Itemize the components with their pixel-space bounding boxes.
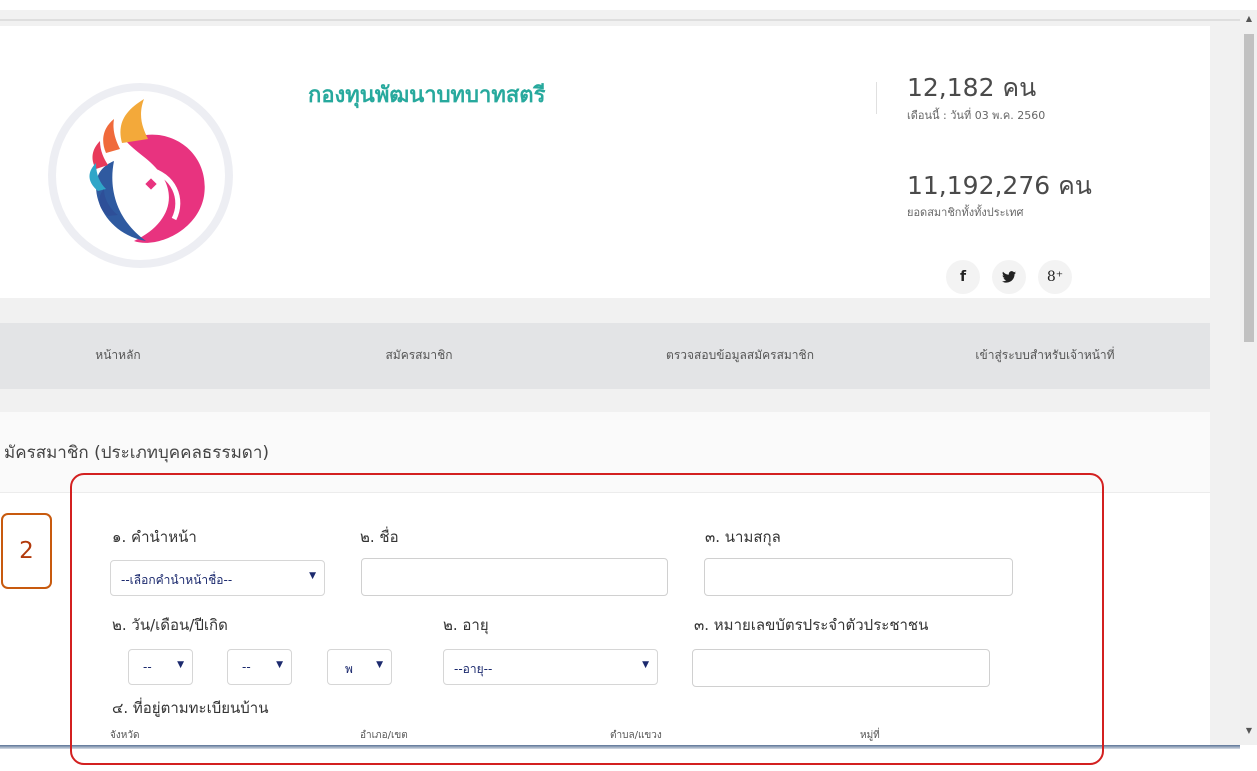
form-heading: มัครสมาชิก (ประเภทบุคคลธรรมดา) bbox=[4, 443, 269, 463]
first-name-input[interactable] bbox=[361, 558, 668, 596]
scroll-up-arrow-icon[interactable]: ▲ bbox=[1244, 14, 1254, 28]
village-no-label: หมู่ที่ bbox=[860, 730, 880, 741]
nav-item-check-registration[interactable]: ตรวจสอบข้อมูลสมัครสมาชิก bbox=[666, 346, 814, 365]
chevron-down-icon: ▼ bbox=[376, 660, 383, 670]
vertical-scrollbar[interactable]: ▲ ▼ bbox=[1240, 10, 1257, 745]
birth-year-select[interactable]: พ ▼ bbox=[327, 649, 392, 685]
logo-inner bbox=[56, 91, 225, 260]
birth-day-value: -- bbox=[143, 660, 152, 674]
stat-month-label: เดือนนี้ : วันที่ 03 พ.ค. 2560 bbox=[907, 109, 1046, 122]
browser-viewport: กองทุนพัฒนาบทบาทสตรี 12,182 คน เดือนนี้ … bbox=[0, 10, 1240, 745]
last-name-input[interactable] bbox=[704, 558, 1013, 596]
header-card: กองทุนพัฒนาบทบาทสตรี 12,182 คน เดือนนี้ … bbox=[0, 26, 1210, 298]
stat-total-count: 11,192,276 คน bbox=[907, 171, 1092, 200]
registration-form-panel: มัครสมาชิก (ประเภทบุคคลธรรมดา) ๑. คำนำหน… bbox=[0, 412, 1210, 745]
subdistrict-label: ตำบล/แขวง bbox=[610, 730, 662, 741]
site-title: กองทุนพัฒนาบทบาทสตรี bbox=[308, 83, 546, 108]
district-label: อำเภอ/เขต bbox=[360, 730, 408, 741]
stat-month-count: 12,182 คน bbox=[907, 73, 1037, 102]
first-name-label: ๒. ชื่อ bbox=[360, 528, 399, 546]
facebook-button[interactable]: f bbox=[946, 260, 980, 294]
chevron-down-icon: ▼ bbox=[276, 660, 283, 670]
header-divider bbox=[876, 82, 877, 114]
main-nav: หน้าหลัก สมัครสมาชิก ตรวจสอบข้อมูลสมัครส… bbox=[0, 323, 1210, 389]
form-header: มัครสมาชิก (ประเภทบุคคลธรรมดา) bbox=[0, 412, 1210, 493]
province-label: จังหวัด bbox=[110, 730, 140, 741]
twitter-button[interactable]: 🐦 bbox=[992, 260, 1026, 294]
google-plus-icon: 8⁺ bbox=[1046, 269, 1064, 285]
nav-item-staff-login[interactable]: เข้าสู่ระบบสำหรับเจ้าหน้าที่ bbox=[975, 346, 1114, 365]
id-card-label: ๓. หมายเลขบัตรประจำตัวประชาชน bbox=[694, 616, 929, 634]
google-plus-button[interactable]: 8⁺ bbox=[1038, 260, 1072, 294]
top-border bbox=[0, 19, 1240, 21]
birthdate-label: ๒. วัน/เดือน/ปีเกิด bbox=[112, 616, 228, 634]
window-bottom-edge bbox=[0, 745, 1240, 749]
scrollbar-thumb[interactable] bbox=[1244, 34, 1254, 342]
chevron-down-icon: ▼ bbox=[642, 660, 649, 670]
id-card-input[interactable] bbox=[692, 649, 990, 687]
address-label: ๔. ที่อยู่ตามทะเบียนบ้าน bbox=[112, 699, 269, 717]
prefix-select-value: --เลือกคำนำหน้าชื่อ-- bbox=[121, 573, 233, 587]
age-select[interactable]: --อายุ-- ▼ bbox=[443, 649, 658, 685]
women-fund-logo-icon bbox=[89, 99, 205, 243]
annotation-badge: 2 bbox=[1, 513, 52, 589]
birth-year-value: พ bbox=[345, 662, 353, 676]
birth-month-value: -- bbox=[242, 660, 251, 674]
twitter-icon bbox=[1002, 271, 1016, 283]
birth-month-select[interactable]: -- ▼ bbox=[227, 649, 292, 685]
nav-item-home[interactable]: หน้าหลัก bbox=[95, 346, 140, 365]
age-select-value: --อายุ-- bbox=[454, 662, 493, 676]
last-name-label: ๓. นามสกุล bbox=[705, 528, 781, 546]
age-label: ๒. อายุ bbox=[443, 616, 489, 634]
logo[interactable] bbox=[48, 83, 233, 268]
stat-total-label: ยอดสมาชิกทั้งทั้งประเทศ bbox=[907, 206, 1024, 219]
birth-day-select[interactable]: -- ▼ bbox=[128, 649, 193, 685]
scroll-down-arrow-icon[interactable]: ▼ bbox=[1244, 726, 1254, 740]
prefix-label: ๑. คำนำหน้า bbox=[112, 528, 197, 546]
chevron-down-icon: ▼ bbox=[177, 660, 184, 670]
chevron-down-icon: ▼ bbox=[309, 571, 316, 581]
prefix-select[interactable]: --เลือกคำนำหน้าชื่อ-- ▼ bbox=[110, 560, 325, 596]
facebook-icon: f bbox=[959, 269, 967, 285]
nav-item-register[interactable]: สมัครสมาชิก bbox=[385, 346, 452, 365]
